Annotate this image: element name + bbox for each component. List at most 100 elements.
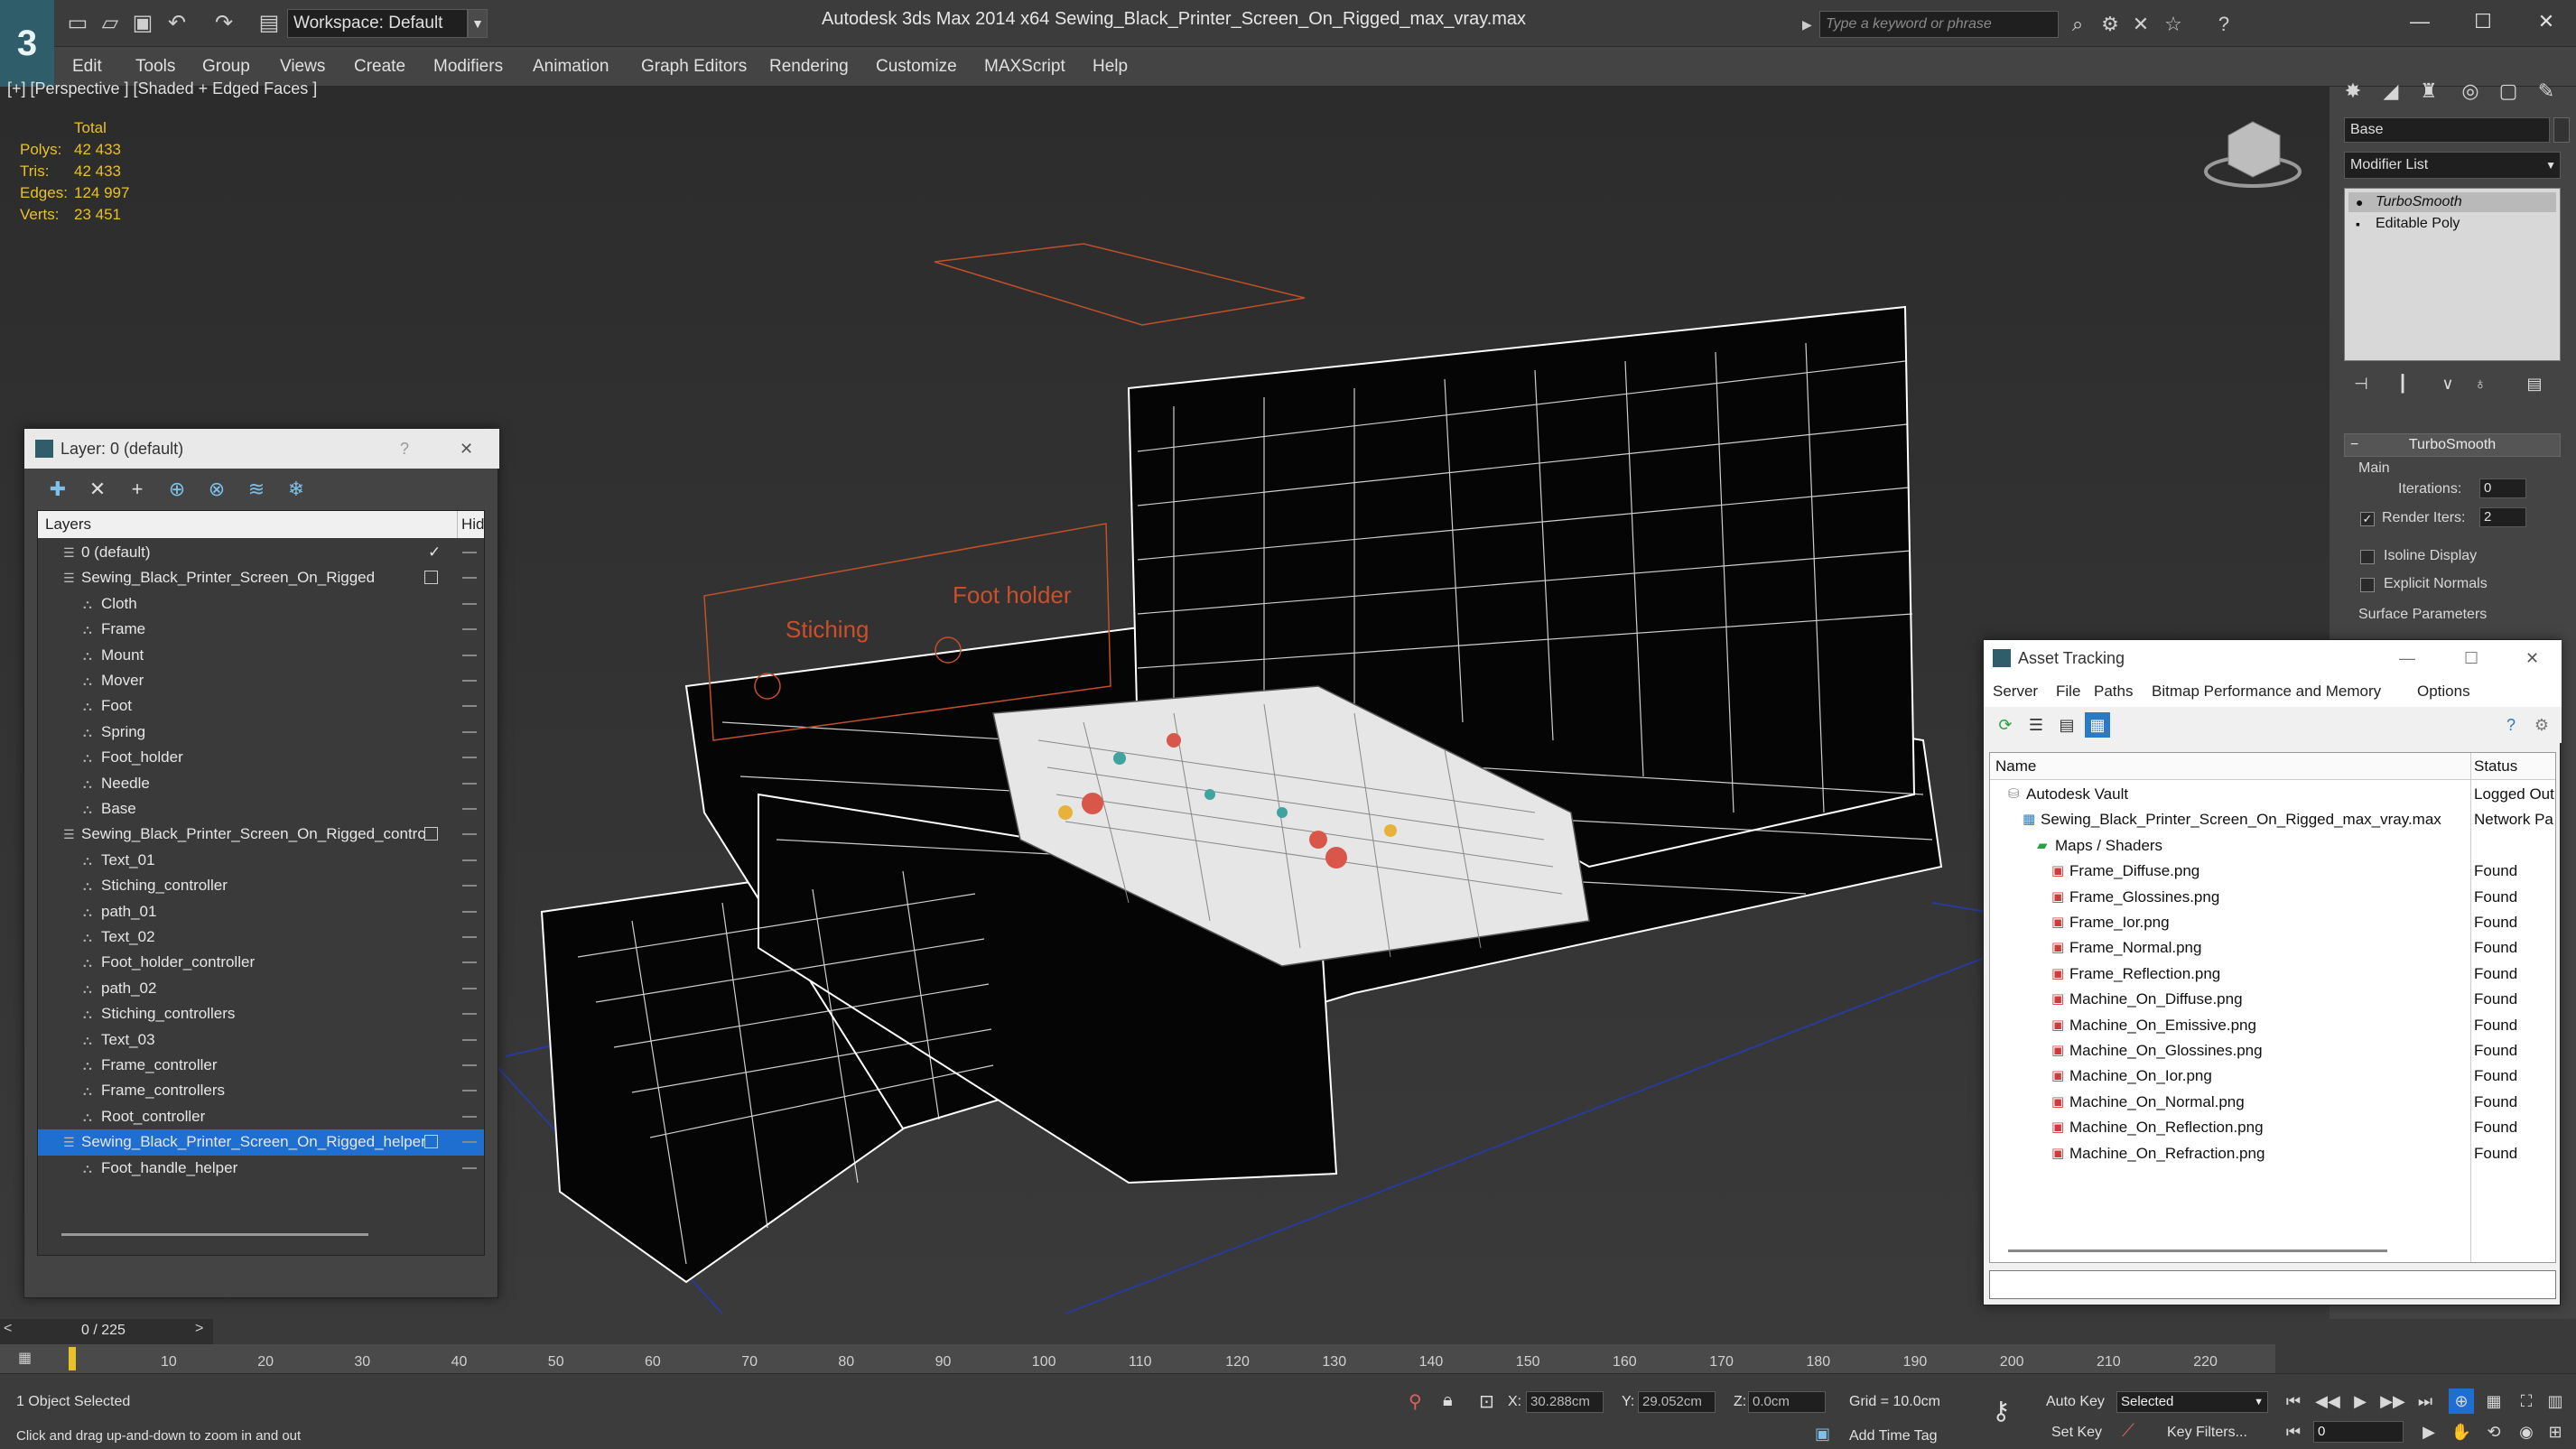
asset-row[interactable]: ⛁ Autodesk Vault Logged Out [1990,782,2555,807]
key-mode-icon[interactable]: ⏮ [2281,1419,2306,1444]
layer-object-row[interactable]: ⛬ Foot_handle_helper [38,1156,484,1181]
menu-rendering[interactable]: Rendering [769,47,849,87]
workspace-dropdown[interactable]: Workspace: Default [287,9,468,38]
hide-toggle[interactable] [462,833,477,836]
view-cube-icon[interactable] [2204,121,2302,188]
isoline-display-checkbox[interactable] [2360,550,2375,564]
binoculars-icon[interactable]: ⌕ [2064,11,2091,38]
hide-toggle[interactable] [462,910,477,913]
layer-object-row[interactable]: ⛬ Frame_controllers [38,1078,484,1103]
layer-object-row[interactable]: ⛬ Text_02 [38,924,484,950]
layer-scrollbar[interactable] [61,1233,368,1236]
table-view-icon[interactable]: ▦ [2085,712,2110,738]
time-slider[interactable]: < 0 / 225 > [0,1319,213,1344]
create-tab-icon[interactable]: ✸ [2337,76,2369,107]
y-coordinate-field[interactable]: 29.052cm [1638,1391,1716,1413]
maximize-icon[interactable]: ☐ [2465,5,2501,38]
layer-object-row[interactable]: ⛬ Text_03 [38,1027,484,1053]
menu-help[interactable]: Help [1093,47,1128,87]
layer-object-row[interactable]: ⛬ Stiching_controllers [38,1001,484,1026]
asset-row[interactable]: ▰ Maps / Shaders [1990,833,2555,859]
create-layer-icon[interactable]: ✚ [42,476,73,503]
app-logo-icon[interactable]: 3 [0,0,54,87]
turbosmooth-rollout[interactable]: − TurboSmooth [2344,433,2561,457]
layer-row[interactable]: ☰ Sewing_Black_Printer_Screen_On_Rigged [38,565,484,590]
menu-maxscript[interactable]: MAXScript [984,47,1065,87]
hide-toggle[interactable] [462,859,477,861]
display-tab-icon[interactable]: ▢ [2492,76,2525,107]
asset-row[interactable]: ▣ Machine_On_Normal.png Found [1990,1090,2555,1115]
hide-toggle[interactable] [462,1090,477,1092]
zoom-all-icon[interactable]: ▦ [2481,1389,2506,1414]
field-of-view-icon[interactable]: ▥ [2543,1389,2568,1414]
asset-row[interactable]: ▣ Frame_Ior.png Found [1990,910,2555,935]
search-input[interactable]: Type a keyword or phrase [1819,11,2059,38]
make-unique-icon[interactable]: ∨ [2434,370,2461,397]
object-color-swatch[interactable] [2553,117,2570,143]
layer-row[interactable]: ☰ Sewing_Black_Printer_Screen_On_Rigged_h… [38,1129,484,1156]
asset-row[interactable]: ▣ Machine_On_Glossines.png Found [1990,1038,2555,1064]
layer-object-row[interactable]: ⛬ Cloth [38,591,484,617]
layer-list[interactable]: Layers Hid ☰ 0 (default) ✓ ☰ Sewing_Black_Pr… [37,510,485,1256]
layer-current-toggle[interactable] [424,571,438,585]
isolate-icon[interactable]: ⚲ [1409,1390,1422,1413]
current-frame-field[interactable]: 0 [2313,1421,2404,1443]
stack-item-editable-poly[interactable]: ▪ Editable Poly [2348,214,2556,234]
prev-frame-icon[interactable]: < [4,1321,12,1337]
undo-icon[interactable]: ↶ [163,9,191,38]
asset-menu-file[interactable]: File [2056,676,2080,707]
hide-toggle[interactable] [462,782,477,785]
hide-toggle[interactable] [462,936,477,938]
walkthrough-icon[interactable]: ◉ [2514,1419,2539,1444]
menu-customize[interactable]: Customize [876,47,957,87]
hide-toggle[interactable] [462,730,477,733]
layer-object-row[interactable]: ⛬ Mover [38,668,484,693]
refresh-icon[interactable]: ⟳ [1993,712,2018,738]
asset-window-titlebar[interactable]: Asset Tracking — ☐ ✕ [1984,640,2562,676]
layer-object-row[interactable]: ⛬ Foot [38,693,484,719]
layer-object-row[interactable]: ⛬ Spring [38,720,484,745]
previous-key-icon[interactable]: ◀◀ [2315,1389,2340,1414]
asset-row[interactable]: ▣ Machine_On_Reflection.png Found [1990,1115,2555,1140]
asset-close-icon[interactable]: ✕ [2525,640,2539,676]
time-tag-icon[interactable]: ▣ [1815,1425,1830,1444]
new-file-icon[interactable]: ▭ [63,9,92,38]
asset-row[interactable]: ▣ Machine_On_Diffuse.png Found [1990,987,2555,1012]
pan-icon[interactable]: ✋ [2449,1419,2474,1444]
favorites-star-icon[interactable]: ☆ [2160,11,2187,38]
hide-toggle[interactable] [462,1166,477,1169]
render-iters-checkbox[interactable]: ✓ [2360,512,2375,526]
redo-icon[interactable]: ↷ [209,9,238,38]
freeze-all-layers-icon[interactable]: ❄ [281,476,312,503]
col-layers[interactable]: Layers [45,511,91,538]
hide-toggle[interactable] [462,1141,477,1144]
menu-graph-editors[interactable]: Graph Editors [641,47,747,87]
asset-row[interactable]: ▣ Frame_Normal.png Found [1990,935,2555,961]
go-to-end-icon[interactable]: ⏭ [2413,1389,2438,1414]
asset-menu-server[interactable]: Server [1993,676,2038,707]
auto-key-button[interactable]: Auto Key [2046,1394,2105,1410]
configure-modifier-sets-icon[interactable]: ▤ [2521,370,2548,397]
layer-object-row[interactable]: ⛬ Needle [38,771,484,796]
key-selection-dropdown[interactable]: Selected ▼ [2116,1391,2268,1413]
asset-row[interactable]: ▣ Machine_On_Ior.png Found [1990,1064,2555,1089]
layer-current-toggle[interactable] [424,1135,438,1149]
asset-help-icon[interactable]: ? [2498,712,2524,738]
show-end-result-icon[interactable]: ┃ [2389,370,2416,397]
set-key-button[interactable]: Set Key [2051,1425,2102,1441]
hide-toggle[interactable] [462,577,477,580]
help-icon[interactable]: ? [2210,11,2237,38]
layer-row[interactable]: ☰ Sewing_Black_Printer_Screen_On_Rigged_c… [38,822,484,847]
layer-object-row[interactable]: ⛬ Frame [38,617,484,642]
hide-toggle[interactable] [462,987,477,989]
layer-object-row[interactable]: ⛬ Text_01 [38,848,484,873]
close-icon[interactable]: ✕ [2528,5,2564,38]
layer-help-icon[interactable]: ? [400,429,409,469]
hide-toggle[interactable] [462,808,477,810]
hide-toggle[interactable] [462,1115,477,1118]
asset-row[interactable]: ▣ Machine_On_Emissive.png Found [1990,1013,2555,1038]
modifier-list-dropdown[interactable]: Modifier List ▼ [2344,152,2561,179]
open-file-icon[interactable]: ▱ [96,9,125,38]
hide-toggle[interactable] [462,1038,477,1041]
plus-icon[interactable]: ▪ [2356,214,2360,234]
